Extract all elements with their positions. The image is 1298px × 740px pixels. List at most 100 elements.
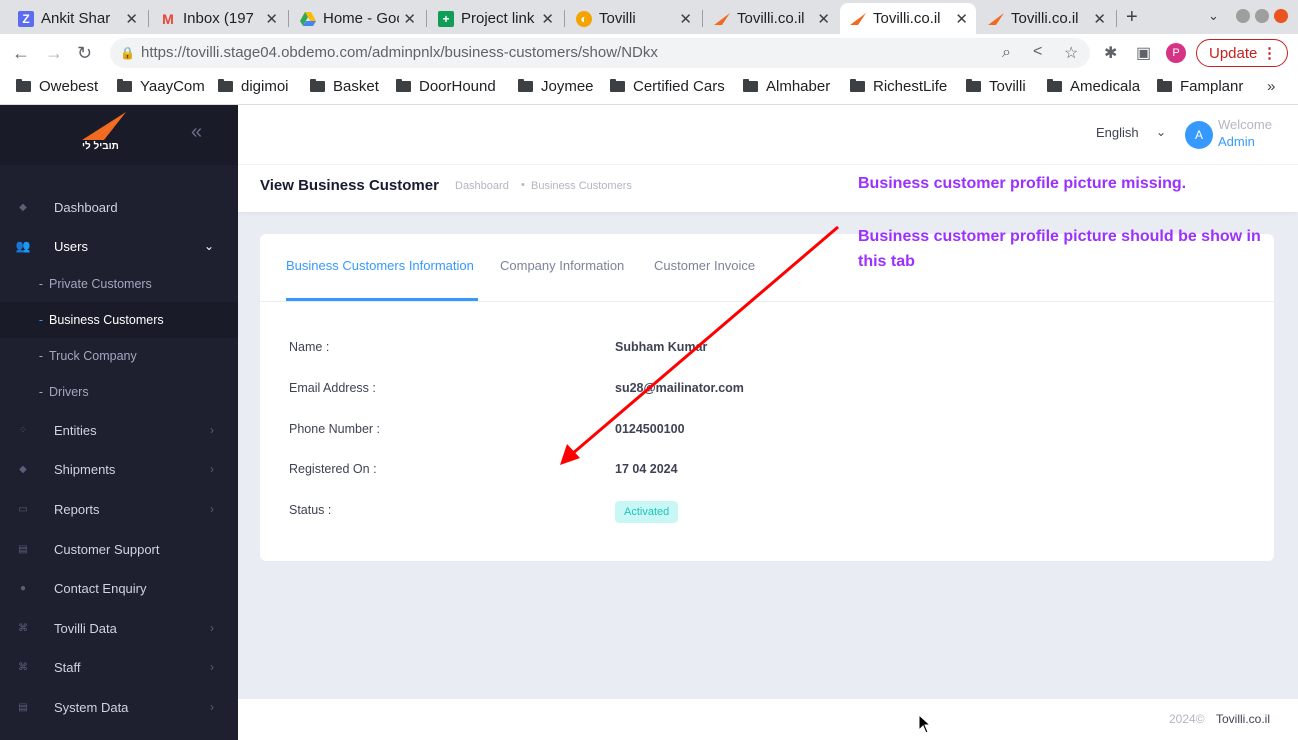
sidebar-item-entities[interactable]: ⁘ Entities › — [0, 412, 238, 448]
bookmarks-overflow-button[interactable]: » — [1267, 78, 1275, 95]
bookmark-folder[interactable]: Basket — [310, 78, 379, 95]
minimize-button[interactable] — [1236, 9, 1250, 23]
bookmark-folder[interactable]: YaayCom — [117, 78, 205, 95]
new-tab-button[interactable]: + — [1126, 6, 1138, 29]
browser-tab[interactable]: M Inbox (197 ✕ — [150, 3, 286, 34]
browser-toolbar: ← → ↻ 🔒 https://tovilli.stage04.obdemo.c… — [0, 34, 1298, 72]
reload-icon[interactable]: ↻ — [77, 43, 92, 64]
bullet-dash-icon: - — [38, 277, 43, 291]
lock-icon[interactable]: 🔒 — [120, 46, 135, 60]
bookmark-label: Basket — [333, 78, 379, 95]
sidebar-item-tovilli-data[interactable]: ⌘ Tovilli Data › — [0, 610, 238, 646]
collapse-sidebar-icon[interactable]: « — [191, 121, 202, 144]
close-icon[interactable]: ✕ — [125, 10, 138, 28]
bookmark-folder[interactable]: DoorHound — [396, 78, 496, 95]
avatar[interactable]: A — [1185, 121, 1213, 149]
footer-brand-link[interactable]: Tovilli.co.il — [1216, 712, 1270, 726]
url-text[interactable]: https://tovilli.stage04.obdemo.com/admin… — [141, 44, 658, 61]
bookmark-folder[interactable]: Tovilli — [966, 78, 1026, 95]
sidebar-item-staff[interactable]: ⌘ Staff › — [0, 649, 238, 685]
sidebar-item-contact-enquiry[interactable]: ● Contact Enquiry — [0, 570, 238, 606]
sidebar-item-system-data[interactable]: ▤ System Data › — [0, 689, 238, 725]
close-icon[interactable]: ✕ — [679, 10, 692, 28]
sidebar-item-shipments[interactable]: ◆ Shipments › — [0, 451, 238, 487]
status-label: Status : — [289, 503, 332, 517]
tab-company-information[interactable]: Company Information — [500, 258, 624, 273]
close-icon[interactable]: ✕ — [265, 10, 278, 28]
bookmark-folder[interactable]: Owebest — [16, 78, 98, 95]
tab-title: Tovilli.co.il — [873, 10, 941, 27]
browser-tab-active[interactable]: Tovilli.co.il ✕ — [840, 3, 976, 34]
tab-customer-invoice[interactable]: Customer Invoice — [654, 258, 755, 273]
share-icon[interactable]: < — [1033, 43, 1042, 61]
tab-title: Inbox (197 — [183, 10, 254, 27]
forward-arrow-icon[interactable]: → — [45, 43, 63, 64]
folder-icon — [117, 79, 132, 92]
chevron-right-icon: › — [210, 462, 214, 476]
command-icon: ⌘ — [18, 622, 28, 634]
language-selector[interactable]: English — [1096, 125, 1139, 140]
chevron-right-icon: › — [210, 660, 214, 674]
sidebar-subitem-private-customers[interactable]: - Private Customers — [0, 266, 238, 302]
folder-icon — [610, 79, 625, 92]
bookmark-folder[interactable]: Joymee — [518, 78, 594, 95]
bookmark-folder[interactable]: digimoi — [218, 78, 289, 95]
breadcrumb-dashboard[interactable]: Dashboard — [455, 180, 509, 192]
address-bar[interactable]: 🔒 https://tovilli.stage04.obdemo.com/adm… — [110, 38, 1090, 68]
sidebar-item-customer-support[interactable]: ▤ Customer Support — [0, 531, 238, 567]
browser-tab[interactable]: Home - Goo ✕ — [290, 3, 424, 34]
sidebar-item-dashboard[interactable]: ◆ Dashboard — [0, 189, 238, 225]
phone-value: 0124500100 — [615, 422, 685, 436]
browser-tab[interactable]: + Project link ✕ — [428, 3, 562, 34]
close-icon[interactable]: ✕ — [817, 10, 830, 28]
chevron-right-icon: › — [210, 621, 214, 635]
extensions-icon[interactable]: ✱ — [1104, 43, 1117, 63]
sidebar-item-users[interactable]: 👥 Users ⌄ — [0, 228, 238, 264]
sidebar-subitem-business-customers[interactable]: - Business Customers — [0, 302, 238, 338]
close-icon[interactable]: ✕ — [1093, 10, 1106, 28]
browser-tab[interactable]: Tovilli.co.il ✕ — [704, 3, 838, 34]
bookmark-folder[interactable]: Famplanr — [1157, 78, 1243, 95]
tab-title: Tovilli — [599, 10, 636, 27]
zoom-icon[interactable]: ⌕ — [1002, 44, 1011, 62]
sidebar-subitem-label: Truck Company — [49, 349, 137, 363]
chevron-down-icon[interactable]: ⌄ — [1156, 125, 1166, 139]
browser-tab[interactable]: Z Ankit Shar ✕ — [8, 3, 146, 34]
close-icon[interactable]: ✕ — [403, 10, 416, 28]
sidebar-subitem-truck-company[interactable]: - Truck Company — [0, 338, 238, 374]
close-icon[interactable]: ✕ — [955, 10, 968, 28]
z-icon: Z — [18, 10, 34, 27]
folder-icon — [1047, 79, 1062, 92]
drive-icon — [300, 11, 316, 27]
bookmark-label: Tovilli — [989, 78, 1026, 95]
user-name[interactable]: Admin — [1218, 134, 1255, 149]
bookmark-folder[interactable]: RichestLife — [850, 78, 947, 95]
window-close-button[interactable] — [1274, 9, 1288, 23]
tab-business-customers-information[interactable]: Business Customers Information — [286, 258, 474, 273]
customer-details-card: Business Customers Information Company I… — [260, 234, 1274, 561]
tab-separator — [148, 10, 149, 27]
bookmark-folder[interactable]: Amedicala — [1047, 78, 1140, 95]
close-icon[interactable]: ✕ — [541, 10, 554, 28]
browser-tab[interactable]: ◐ Tovilli ✕ — [566, 3, 700, 34]
breadcrumb-business-customers[interactable]: Business Customers — [531, 180, 632, 192]
bookmark-label: Almhaber — [766, 78, 831, 95]
browser-tab[interactable]: Tovilli.co.il ✕ — [978, 3, 1114, 34]
sidebar-subitem-drivers[interactable]: - Drivers — [0, 374, 238, 410]
update-button[interactable]: Update ⋮ — [1196, 39, 1288, 67]
maximize-button[interactable] — [1255, 9, 1269, 23]
profile-avatar[interactable]: P — [1166, 43, 1186, 63]
bookmark-folder[interactable]: Certified Cars — [610, 78, 725, 95]
diamond-icon: ◆ — [19, 463, 27, 475]
footer-year: 2024© — [1169, 712, 1205, 726]
bookmark-label: Famplanr — [1180, 78, 1244, 95]
sidebar-item-reports[interactable]: ▭ Reports › — [0, 491, 238, 527]
bookmark-label: RichestLife — [873, 78, 948, 95]
bookmark-star-icon[interactable]: ☆ — [1064, 43, 1078, 63]
folder-icon — [396, 79, 411, 92]
back-arrow-icon[interactable]: ← — [12, 43, 30, 64]
status-badge: Activated — [615, 501, 679, 523]
tab-search-chevron-icon[interactable]: ⌄ — [1208, 8, 1219, 24]
side-panel-icon[interactable]: ▣ — [1136, 43, 1151, 63]
bookmark-folder[interactable]: Almhaber — [743, 78, 830, 95]
